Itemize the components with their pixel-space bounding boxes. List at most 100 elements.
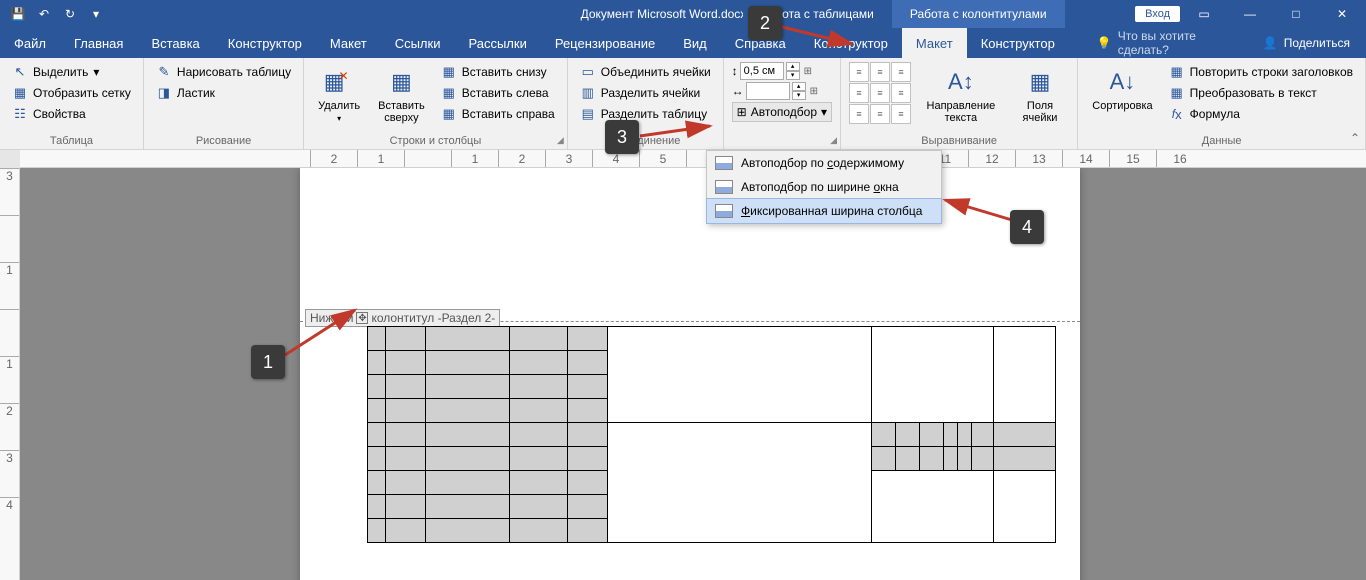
align-tc[interactable]: ≡ bbox=[870, 62, 890, 82]
workspace: Нижний ✥ колонтитул -Раздел 2- bbox=[20, 168, 1366, 580]
footer-section-label-2: колонтитул -Раздел 2- bbox=[371, 311, 495, 325]
autofit-button[interactable]: ⊞Автоподбор▾ bbox=[732, 102, 832, 122]
distribute-cols-icon[interactable]: ⊞ bbox=[810, 86, 818, 97]
repeat-header-button[interactable]: ▦Повторить строки заголовков bbox=[1165, 62, 1357, 82]
view-gridlines-button[interactable]: ▦Отобразить сетку bbox=[8, 83, 135, 103]
undo-button[interactable]: ↶ bbox=[32, 3, 56, 25]
sort-button[interactable]: A↓Сортировка bbox=[1086, 62, 1158, 116]
align-ml[interactable]: ≡ bbox=[849, 83, 869, 103]
callout-3: 3 bbox=[605, 120, 639, 154]
text-direction-button[interactable]: A↕Направление текста bbox=[917, 62, 1005, 128]
insert-below-button[interactable]: ▦Вставить снизу bbox=[437, 62, 559, 82]
insert-left-icon: ▦ bbox=[441, 85, 457, 101]
document-page[interactable]: Нижний ✥ колонтитул -Раздел 2- bbox=[300, 168, 1080, 580]
save-button[interactable]: 💾 bbox=[6, 3, 30, 25]
col-width-field[interactable]: ↔▴▾⊞ bbox=[732, 82, 832, 100]
tab-insert[interactable]: Вставка bbox=[137, 28, 213, 58]
group-cell-size-label bbox=[732, 145, 832, 147]
group-draw-label: Рисование bbox=[152, 133, 295, 147]
align-mr[interactable]: ≡ bbox=[891, 83, 911, 103]
pointer-icon: ↖ bbox=[12, 64, 28, 80]
launcher-rows-cols[interactable]: ◢ bbox=[557, 135, 564, 146]
group-align-label: Выравнивание bbox=[849, 133, 1069, 147]
tab-review[interactable]: Рецензирование bbox=[541, 28, 669, 58]
qat-customize[interactable]: ▾ bbox=[84, 3, 108, 25]
login-button[interactable]: Вход bbox=[1135, 6, 1180, 22]
maximize-button[interactable]: □ bbox=[1274, 0, 1318, 28]
draw-table-button[interactable]: ✎Нарисовать таблицу bbox=[152, 62, 295, 82]
insert-above-button[interactable]: ▦Вставить сверху bbox=[372, 62, 431, 128]
collapse-ribbon-button[interactable]: ⌃ bbox=[1350, 131, 1360, 145]
group-rows-cols-label: Строки и столбцы bbox=[312, 133, 559, 147]
close-button[interactable]: ✕ bbox=[1320, 0, 1364, 28]
bulb-icon: 💡 bbox=[1097, 36, 1112, 50]
margins-icon: ▦ bbox=[1024, 66, 1056, 98]
col-width-input[interactable] bbox=[746, 82, 790, 100]
select-button[interactable]: ↖Выделить▾ bbox=[8, 62, 135, 82]
align-bl[interactable]: ≡ bbox=[849, 104, 869, 124]
merge-cells-button[interactable]: ▭Объединить ячейки bbox=[576, 62, 715, 82]
text-direction-icon: A↕ bbox=[945, 66, 977, 98]
tab-file[interactable]: Файл bbox=[0, 28, 60, 58]
convert-icon: ▦ bbox=[1169, 85, 1185, 101]
align-tr[interactable]: ≡ bbox=[891, 62, 911, 82]
tab-header-design[interactable]: Конструктор bbox=[967, 28, 1069, 58]
merge-icon: ▭ bbox=[580, 64, 596, 80]
arrow-1 bbox=[280, 300, 370, 360]
share-button[interactable]: 👤 Поделиться bbox=[1247, 28, 1366, 58]
fixed-width-icon bbox=[715, 204, 733, 218]
delete-button[interactable]: ▦✕Удалить▾ bbox=[312, 62, 366, 127]
ruler-vertical[interactable]: 311234 bbox=[0, 168, 20, 580]
distribute-rows-icon[interactable]: ⊞ bbox=[804, 66, 812, 77]
tell-me-search[interactable]: 💡 Что вы хотите сделать? bbox=[1097, 28, 1247, 58]
cell-margins-button[interactable]: ▦Поля ячейки bbox=[1011, 62, 1070, 128]
group-data-label: Данные bbox=[1086, 133, 1357, 147]
autofit-contents-icon bbox=[715, 156, 733, 170]
insert-right-button[interactable]: ▦Вставить справа bbox=[437, 104, 559, 124]
tab-design[interactable]: Конструктор bbox=[214, 28, 316, 58]
convert-text-button[interactable]: ▦Преобразовать в текст bbox=[1165, 83, 1357, 103]
eraser-icon: ◨ bbox=[156, 85, 172, 101]
arrow-2 bbox=[780, 22, 860, 52]
tab-home[interactable]: Главная bbox=[60, 28, 137, 58]
align-mc[interactable]: ≡ bbox=[870, 83, 890, 103]
redo-button[interactable]: ↻ bbox=[58, 3, 82, 25]
autofit-icon: ⊞ bbox=[737, 105, 747, 119]
launcher-cell-size[interactable]: ◢ bbox=[830, 135, 837, 146]
minimize-button[interactable]: — bbox=[1228, 0, 1272, 28]
split-cells-button[interactable]: ▥Разделить ячейки bbox=[576, 83, 715, 103]
ribbon-options-button[interactable]: ▭ bbox=[1182, 0, 1226, 28]
insert-left-button[interactable]: ▦Вставить слева bbox=[437, 83, 559, 103]
eraser-button[interactable]: ◨Ластик bbox=[152, 83, 295, 103]
tab-references[interactable]: Ссылки bbox=[381, 28, 455, 58]
formula-button[interactable]: fxФормула bbox=[1165, 104, 1357, 124]
document-table[interactable] bbox=[367, 326, 1056, 543]
autofit-contents-item[interactable]: Автоподбор по содержимому bbox=[707, 151, 941, 175]
align-tl[interactable]: ≡ bbox=[849, 62, 869, 82]
autofit-window-icon bbox=[715, 180, 733, 194]
group-draw: ✎Нарисовать таблицу ◨Ластик Рисование bbox=[144, 58, 304, 149]
autofit-window-item[interactable]: Автоподбор по ширине окна bbox=[707, 175, 941, 199]
callout-4: 4 bbox=[1010, 210, 1044, 244]
tab-layout[interactable]: Макет bbox=[316, 28, 381, 58]
tab-view[interactable]: Вид bbox=[669, 28, 721, 58]
arrow-3 bbox=[638, 118, 718, 143]
properties-button[interactable]: ☷Свойства bbox=[8, 104, 135, 124]
split-icon: ▥ bbox=[580, 85, 596, 101]
group-table: ↖Выделить▾ ▦Отобразить сетку ☷Свойства Т… bbox=[0, 58, 144, 149]
grid-icon: ▦ bbox=[12, 85, 28, 101]
align-br[interactable]: ≡ bbox=[891, 104, 911, 124]
share-label: Поделиться bbox=[1284, 36, 1350, 50]
group-data: A↓Сортировка ▦Повторить строки заголовко… bbox=[1078, 58, 1366, 149]
ruler-horizontal[interactable]: 2112345678910111213141516 bbox=[20, 150, 1366, 168]
tab-table-layout[interactable]: Макет bbox=[902, 28, 967, 58]
align-bc[interactable]: ≡ bbox=[870, 104, 890, 124]
insert-right-icon: ▦ bbox=[441, 106, 457, 122]
fixed-width-item[interactable]: Фиксированная ширина столбца bbox=[706, 198, 942, 224]
tab-mailings[interactable]: Рассылки bbox=[454, 28, 540, 58]
repeat-header-icon: ▦ bbox=[1169, 64, 1185, 80]
row-height-input[interactable] bbox=[740, 62, 784, 80]
pencil-icon: ✎ bbox=[156, 64, 172, 80]
group-alignment: ≡≡≡ ≡≡≡ ≡≡≡ A↕Направление текста ▦Поля я… bbox=[841, 58, 1078, 149]
row-height-field[interactable]: ↕▴▾⊞ bbox=[732, 62, 832, 80]
